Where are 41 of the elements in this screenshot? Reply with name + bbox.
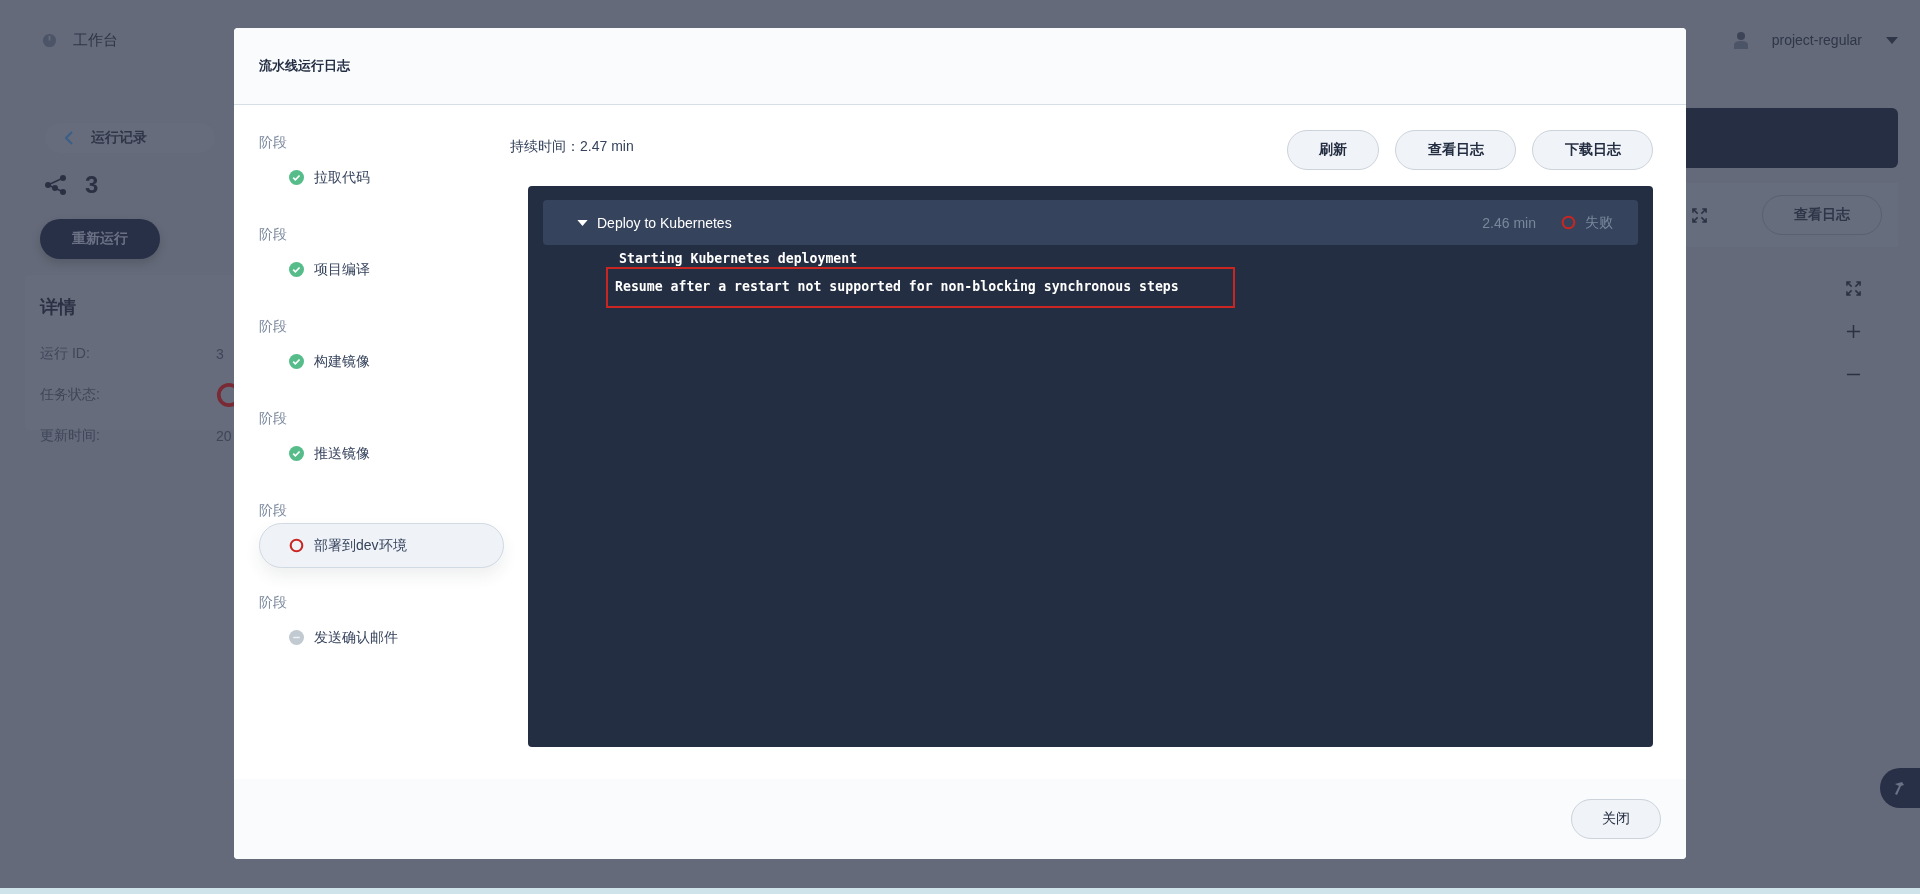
- pending-icon: [289, 630, 304, 645]
- dashboard-icon[interactable]: [42, 32, 57, 48]
- caret-icon[interactable]: [1886, 36, 1898, 44]
- step-status: 失败: [1585, 213, 1613, 232]
- back-chevron-icon: [65, 131, 73, 145]
- stage-item[interactable]: 构建镜像: [259, 339, 504, 384]
- failed-circle-icon: [1561, 215, 1576, 230]
- close-button[interactable]: 关闭: [1571, 799, 1661, 839]
- dialog-title: 流水线运行日志: [259, 57, 350, 75]
- fullscreen-icon[interactable]: [1846, 281, 1861, 296]
- stage-heading: 阶段: [259, 501, 288, 520]
- stage-heading: 阶段: [259, 409, 288, 428]
- tool-button[interactable]: [1880, 768, 1920, 808]
- check-icon: [289, 446, 304, 461]
- fullscreen-icon[interactable]: [1692, 207, 1707, 223]
- step-duration: 2.46 min: [1482, 214, 1536, 231]
- check-icon: [289, 262, 304, 277]
- zoom-in-icon[interactable]: [1846, 324, 1861, 339]
- duration-text: 持续时间：2.47 min: [510, 138, 634, 156]
- stage-heading: 阶段: [259, 317, 288, 336]
- stage-heading: 阶段: [259, 133, 288, 152]
- toolbar-button[interactable]: 查看日志: [1395, 130, 1516, 170]
- run-number: 3: [85, 171, 99, 199]
- stage-item[interactable]: 项目编译: [259, 247, 504, 292]
- pipeline-icon: [45, 174, 67, 196]
- failed-circle-icon: [289, 538, 304, 553]
- stage-item[interactable]: 拉取代码: [259, 155, 504, 200]
- step-name: Deploy to Kubernetes: [597, 214, 733, 231]
- stage-item[interactable]: 推送镜像: [259, 431, 504, 476]
- stage-item[interactable]: 部署到dev环境: [259, 523, 504, 568]
- log-line: Starting Kubernetes deployment: [618, 250, 859, 268]
- stage-heading: 阶段: [259, 593, 288, 612]
- step-header[interactable]: Deploy to Kubernetes 2.46 min 失败: [543, 200, 1638, 245]
- stage-heading: 阶段: [259, 225, 288, 244]
- check-icon: [289, 354, 304, 369]
- details-title: 详情: [40, 296, 77, 319]
- stage-item[interactable]: 发送确认邮件: [259, 615, 504, 660]
- toolbar-button[interactable]: 下载日志: [1532, 130, 1653, 170]
- toolbar-button[interactable]: 刷新: [1287, 130, 1379, 170]
- check-icon: [289, 170, 304, 185]
- user-icon: [1733, 31, 1748, 49]
